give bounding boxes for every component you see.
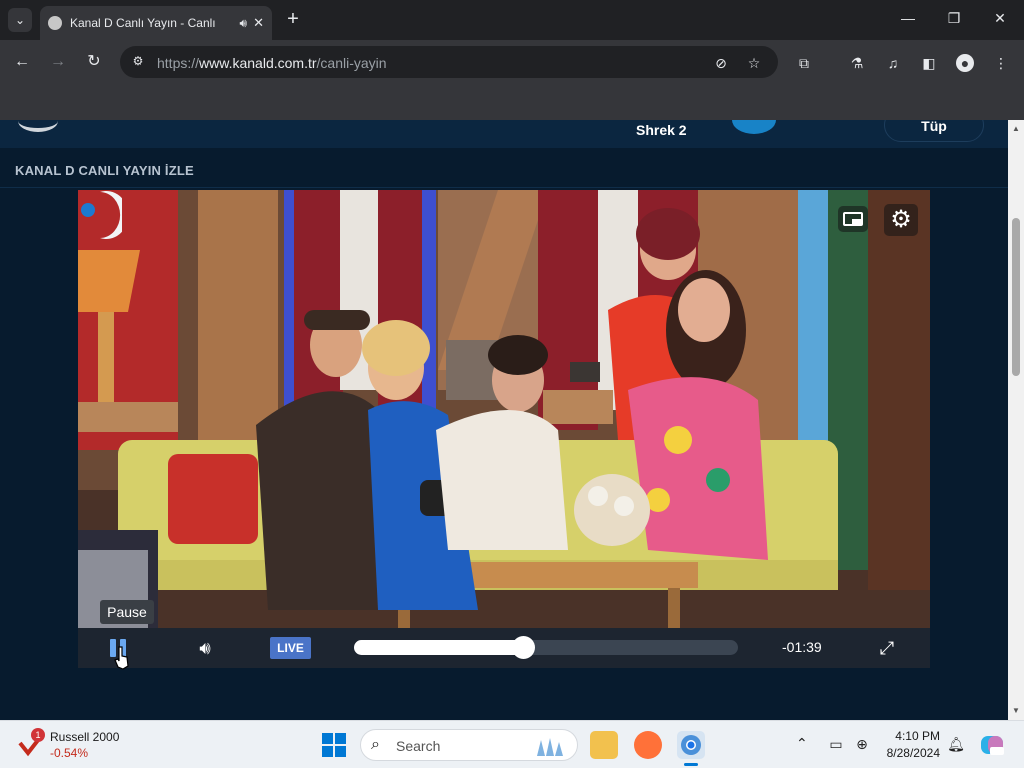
labs-icon[interactable]: ⚗ — [848, 54, 866, 72]
divider — [0, 187, 1008, 188]
star-icon[interactable]: ☆ — [745, 54, 763, 72]
favicon-icon — [48, 16, 62, 30]
site-header: Shrek 2 Tüp — [0, 120, 1008, 148]
video-frame — [78, 190, 930, 628]
channel-logo-icon — [81, 191, 122, 239]
notification-badge: 1 — [31, 728, 45, 742]
pause-tooltip: Pause — [100, 600, 154, 624]
scroll-down-icon[interactable]: ▼ — [1008, 704, 1024, 718]
section-title: KANAL D CANLI YAYIN İZLE — [15, 163, 194, 178]
header-button[interactable]: Tüp — [884, 120, 984, 142]
hand-cursor-icon — [114, 646, 129, 670]
scrollbar-thumb[interactable] — [1012, 218, 1020, 376]
bell-icon[interactable]: 🔔︎ — [947, 735, 965, 753]
video-player[interactable]: ⚙ 🔊︎ LIVE -01:39 ⤢ — [78, 190, 930, 668]
search-highlight-icon — [537, 738, 563, 756]
chrome-icon[interactable] — [677, 731, 705, 759]
address-bar[interactable]: ⚙ https://www.kanald.com.tr/canli-yayin — [120, 46, 778, 78]
side-panel-icon[interactable]: ◧ — [920, 54, 938, 72]
file-explorer-icon[interactable] — [590, 731, 618, 759]
fullscreen-icon[interactable]: ⤢ — [876, 637, 898, 659]
clock-time[interactable]: 4:10 PM — [888, 729, 940, 743]
profile-icon[interactable]: ● — [956, 54, 974, 72]
picture-in-picture-icon[interactable] — [838, 206, 868, 232]
search-icon: ⌕ — [371, 736, 380, 753]
active-tab[interactable]: Kanal D Canlı Yayın - Canlı 🔊︎ ✕ — [40, 6, 272, 40]
firefox-icon[interactable] — [634, 731, 662, 759]
widget-name[interactable]: Russell 2000 — [50, 730, 119, 744]
seek-progress — [354, 640, 523, 655]
channel-ball-icon — [732, 120, 776, 134]
speaker-icon[interactable]: 🔊︎ — [240, 16, 248, 31]
eye-off-icon[interactable]: ⊘ — [712, 54, 730, 72]
widget-value[interactable]: -0.54% — [50, 746, 88, 760]
player-controls: 🔊︎ LIVE -01:39 ⤢ — [78, 628, 930, 668]
minimize-icon[interactable]: — — [898, 10, 918, 26]
restore-icon[interactable]: ❐ — [944, 10, 964, 27]
network-icon[interactable]: ⊕ — [853, 735, 871, 753]
logo-icon[interactable] — [18, 120, 58, 132]
time-remaining: -01:39 — [782, 639, 822, 655]
reload-icon[interactable]: ↻ — [84, 52, 104, 72]
windows-taskbar: 1 Russell 2000 -0.54% ⌕ Search ⌃ ▭ ⊕ 4:1… — [0, 720, 1024, 768]
plus-icon[interactable]: + — [282, 8, 304, 30]
volume-icon[interactable]: 🔊︎ — [192, 636, 218, 660]
toolbar-spacer — [0, 84, 1024, 120]
media-control-icon[interactable]: ♫ — [884, 54, 902, 72]
clock-date[interactable]: 8/28/2024 — [878, 746, 940, 760]
chevron-up-icon[interactable]: ⌃ — [796, 735, 808, 752]
extensions-icon[interactable]: ⧉ — [795, 54, 813, 72]
live-badge[interactable]: LIVE — [270, 637, 311, 659]
page-content: Shrek 2 Tüp KANAL D CANLI YAYIN İZLE ⚙ 🔊… — [0, 120, 1008, 720]
back-icon[interactable]: ← — [12, 52, 32, 72]
search-placeholder: Search — [396, 738, 441, 754]
seek-bar[interactable] — [354, 636, 738, 659]
page-scrollbar[interactable]: ▲ ▼ — [1008, 120, 1024, 720]
display-icon[interactable]: ▭ — [827, 735, 845, 753]
now-playing-title[interactable]: Shrek 2 — [636, 122, 687, 138]
copilot-icon[interactable] — [980, 733, 1004, 757]
windows-start-icon[interactable] — [322, 733, 346, 757]
scroll-up-icon[interactable]: ▲ — [1008, 122, 1024, 136]
active-app-indicator — [684, 763, 698, 766]
tab-strip: ⌄ Kanal D Canlı Yayın - Canlı 🔊︎ ✕ + — ❐… — [0, 0, 1024, 40]
tab-list-icon[interactable]: ⌄ — [8, 8, 32, 32]
seek-handle[interactable] — [511, 636, 535, 659]
gear-icon[interactable]: ⚙ — [884, 204, 918, 236]
close-icon[interactable]: ✕ — [253, 15, 264, 31]
site-settings-icon[interactable]: ⚙ — [130, 54, 146, 70]
menu-icon[interactable]: ⋮ — [992, 54, 1010, 72]
forward-icon[interactable]: → — [48, 52, 68, 72]
url-text[interactable]: https://www.kanald.com.tr/canli-yayin — [157, 55, 387, 71]
taskbar-search[interactable]: ⌕ Search — [360, 729, 578, 761]
close-window-icon[interactable]: ✕ — [990, 10, 1010, 27]
tab-title: Kanal D Canlı Yayın - Canlı — [70, 16, 216, 30]
